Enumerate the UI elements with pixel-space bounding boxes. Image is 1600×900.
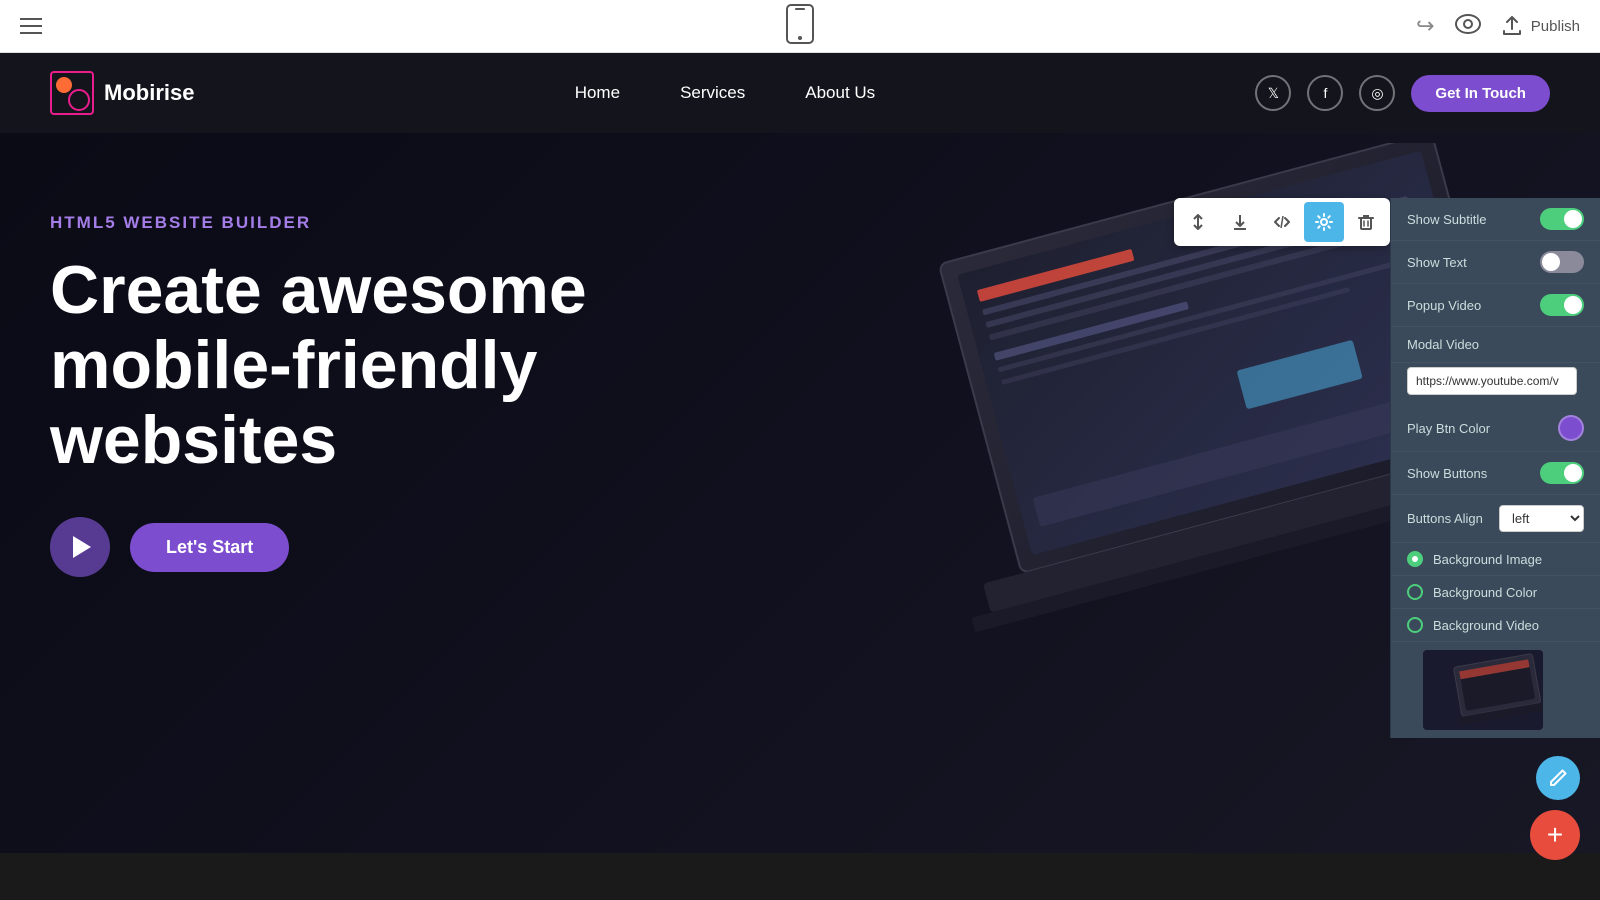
buttons-align-label: Buttons Align — [1407, 511, 1499, 526]
setting-bg-video[interactable]: Background Video — [1391, 609, 1600, 642]
nav-home[interactable]: Home — [575, 83, 620, 103]
show-text-toggle[interactable] — [1540, 251, 1584, 273]
setting-bg-image[interactable]: Background Image — [1391, 543, 1600, 576]
add-icon: + — [1547, 821, 1563, 849]
play-button[interactable] — [50, 517, 110, 577]
setting-show-text: Show Text — [1391, 241, 1600, 284]
site-logo: Mobirise — [50, 71, 194, 115]
settings-panel: Show Subtitle Show Text Popup Video Moda… — [1390, 198, 1600, 738]
popup-video-toggle[interactable] — [1540, 294, 1584, 316]
bg-video-radio[interactable] — [1407, 617, 1423, 633]
nav-about[interactable]: About Us — [805, 83, 875, 103]
delete-button[interactable] — [1346, 202, 1386, 242]
site-nav: Mobirise Home Services About Us 𝕏 f ◎ Ge… — [0, 53, 1600, 133]
settings-button[interactable] — [1304, 202, 1344, 242]
reorder-button[interactable] — [1178, 202, 1218, 242]
modal-video-label: Modal Video — [1407, 337, 1584, 352]
play-btn-color-picker[interactable] — [1558, 415, 1584, 441]
play-btn-color-label: Play Btn Color — [1407, 421, 1558, 436]
instagram-icon[interactable]: ◎ — [1359, 75, 1395, 111]
code-button[interactable] — [1262, 202, 1302, 242]
component-toolbar — [1174, 198, 1390, 246]
bg-video-label: Background Video — [1433, 618, 1539, 633]
download-button[interactable] — [1220, 202, 1260, 242]
top-bar-right: ↩ Publish — [1416, 13, 1580, 39]
show-subtitle-toggle[interactable] — [1540, 208, 1584, 230]
show-buttons-toggle[interactable] — [1540, 462, 1584, 484]
get-in-touch-button[interactable]: Get In Touch — [1411, 75, 1550, 112]
logo-text: Mobirise — [104, 80, 194, 106]
facebook-icon[interactable]: f — [1307, 75, 1343, 111]
setting-show-subtitle: Show Subtitle — [1391, 198, 1600, 241]
bg-image-label: Background Image — [1433, 552, 1542, 567]
setting-bg-color[interactable]: Background Color — [1391, 576, 1600, 609]
show-buttons-label: Show Buttons — [1407, 466, 1540, 481]
top-bar-center — [786, 4, 814, 49]
setting-buttons-align: Buttons Align left center right — [1391, 495, 1600, 543]
top-bar: ↩ Publish — [0, 0, 1600, 53]
top-bar-left — [20, 18, 42, 34]
fab-edit-button[interactable] — [1536, 756, 1580, 800]
setting-play-btn-color: Play Btn Color — [1391, 405, 1600, 452]
show-subtitle-label: Show Subtitle — [1407, 212, 1540, 227]
bg-color-label: Background Color — [1433, 585, 1537, 600]
bg-color-radio[interactable] — [1407, 584, 1423, 600]
bg-image-radio[interactable] — [1407, 551, 1423, 567]
hero-content: HTML5 WEBSITE BUILDER Create awesome mob… — [50, 213, 700, 577]
modal-video-input[interactable] — [1407, 367, 1577, 395]
lets-start-button[interactable]: Let's Start — [130, 523, 289, 572]
mobile-preview-icon[interactable] — [786, 4, 814, 49]
twitter-icon[interactable]: 𝕏 — [1255, 75, 1291, 111]
preview-area: Mobirise Home Services About Us 𝕏 f ◎ Ge… — [0, 53, 1600, 900]
fab-add-button[interactable]: + — [1530, 810, 1580, 860]
site-nav-right: 𝕏 f ◎ Get In Touch — [1255, 75, 1550, 112]
hamburger-menu[interactable] — [20, 18, 42, 34]
nav-services[interactable]: Services — [680, 83, 745, 103]
buttons-align-dropdown[interactable]: left center right — [1499, 505, 1584, 532]
logo-icon — [50, 71, 94, 115]
setting-modal-video-label: Modal Video — [1391, 327, 1600, 363]
undo-icon[interactable]: ↩ — [1416, 13, 1434, 39]
bg-thumbnail[interactable] — [1423, 650, 1543, 730]
publish-button[interactable]: Publish — [1501, 15, 1580, 37]
setting-modal-video-url — [1391, 363, 1600, 405]
play-icon — [73, 536, 91, 558]
hero-subtitle: HTML5 WEBSITE BUILDER — [50, 213, 700, 233]
hero-buttons: Let's Start — [50, 517, 700, 577]
website-preview: Mobirise Home Services About Us 𝕏 f ◎ Ge… — [0, 53, 1600, 900]
setting-show-buttons: Show Buttons — [1391, 452, 1600, 495]
bg-thumbnail-container — [1391, 642, 1600, 738]
hero-title: Create awesome mobile-friendly websites — [50, 253, 700, 477]
show-text-label: Show Text — [1407, 255, 1540, 270]
site-nav-links: Home Services About Us — [575, 83, 875, 103]
popup-video-label: Popup Video — [1407, 298, 1540, 313]
preview-icon[interactable] — [1455, 14, 1481, 39]
setting-popup-video: Popup Video — [1391, 284, 1600, 327]
